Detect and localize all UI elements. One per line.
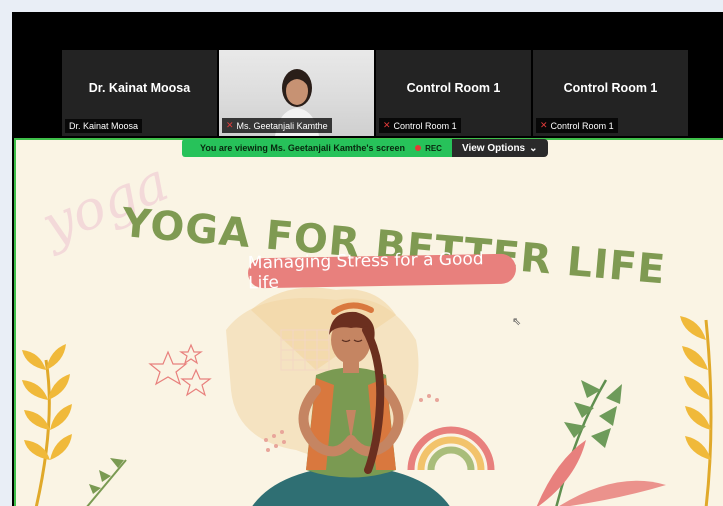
viewing-status: You are viewing Ms. Geetanjali Kamthe's … — [182, 139, 452, 157]
mouse-cursor-icon: ⇖ — [512, 316, 522, 328]
mic-muted-icon: ✕ — [226, 120, 234, 130]
caption-label: Ms. Geetanjali Kamthe — [236, 120, 328, 131]
participant-caption: ✕ Ms. Geetanjali Kamthe — [222, 118, 332, 133]
view-options-label: View Options — [461, 142, 526, 154]
participant-caption: Dr. Kainat Moosa — [65, 119, 143, 133]
participant-tile[interactable]: Control Room 1 ✕ Control Room 1 — [533, 50, 688, 136]
participant-tile-speaker[interactable]: ✕ Ms. Geetanjali Kamthe — [219, 50, 374, 136]
shared-screen: yoga YOGA FOR BETTER LIFE Managing Stres… — [14, 138, 723, 506]
chevron-down-icon: ⌄ — [529, 142, 538, 154]
participant-strip: Dr. Kainat Moosa Dr. Kainat Moosa ✕ Ms. … — [62, 50, 690, 136]
mic-muted-icon: ✕ — [540, 120, 548, 130]
slide: yoga YOGA FOR BETTER LIFE Managing Stres… — [16, 140, 723, 506]
rec-label: REC — [425, 143, 442, 153]
viewing-status-text: You are viewing Ms. Geetanjali Kamthe's … — [200, 143, 406, 153]
slide-subtitle: Managing Stress for a Good Life — [248, 249, 517, 293]
participant-tile[interactable]: Dr. Kainat Moosa Dr. Kainat Moosa — [62, 50, 217, 136]
participant-name: Control Room 1 — [406, 81, 501, 95]
slide-illustration — [22, 287, 713, 506]
caption-label: Control Room 1 — [550, 120, 614, 131]
recording-icon — [415, 145, 422, 151]
participant-caption: ✕ Control Room 1 — [536, 118, 618, 133]
caption-label: Dr. Kainat Moosa — [69, 121, 139, 131]
participant-caption: ✕ Control Room 1 — [379, 118, 461, 133]
participant-name: Control Room 1 — [563, 81, 658, 95]
mic-muted-icon: ✕ — [383, 120, 391, 130]
screen-share-banner: You are viewing Ms. Geetanjali Kamthe's … — [182, 139, 548, 157]
view-options-button[interactable]: View Options ⌄ — [451, 139, 548, 157]
meeting-window: Dr. Kainat Moosa Dr. Kainat Moosa ✕ Ms. … — [12, 12, 723, 506]
participant-name: Dr. Kainat Moosa — [88, 81, 191, 95]
caption-label: Control Room 1 — [393, 120, 457, 131]
participant-tile[interactable]: Control Room 1 ✕ Control Room 1 — [376, 50, 531, 136]
